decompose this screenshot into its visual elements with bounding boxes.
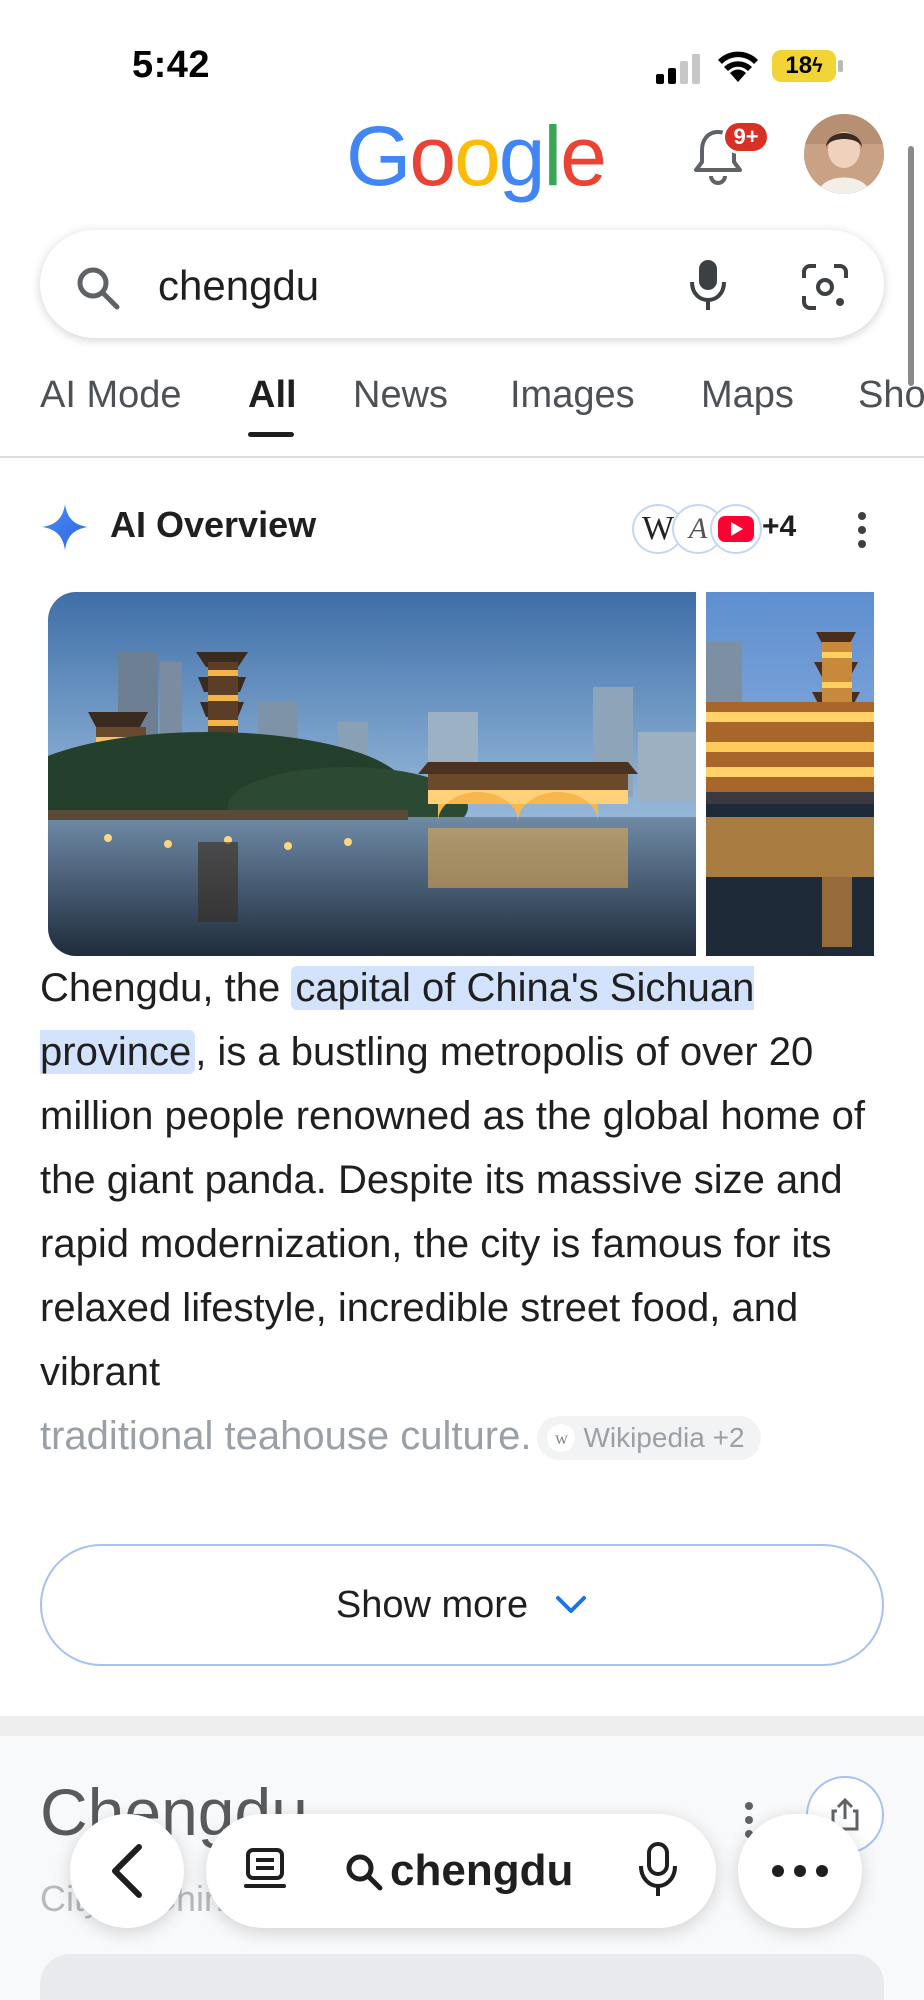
tab-shopping[interactable]: Sho: [858, 374, 924, 417]
battery-cap: [838, 60, 843, 72]
more-options-icon[interactable]: [852, 510, 872, 550]
overview-text-faded: traditional teahouse culture.: [40, 1414, 532, 1458]
back-button[interactable]: [70, 1814, 184, 1928]
lens-icon[interactable]: [800, 262, 850, 312]
battery-icon: 18 ϟ: [772, 50, 836, 82]
search-icon[interactable]: [74, 264, 122, 312]
tab-maps[interactable]: Maps: [701, 374, 794, 417]
wifi-icon: [718, 51, 758, 82]
mic-icon[interactable]: [686, 258, 730, 312]
logo-letter: g: [498, 109, 546, 203]
tabs-icon[interactable]: [240, 1846, 290, 1896]
wikipedia-icon: w: [547, 1424, 576, 1453]
source-wikipedia-letter: W: [641, 510, 675, 547]
more-horizontal-icon: [772, 1865, 828, 1877]
status-time: 5:42: [132, 44, 211, 86]
chevron-left-icon: [112, 1844, 142, 1898]
bottom-search-query[interactable]: chengdu: [390, 1846, 573, 1896]
chengdu-night-river-image[interactable]: [48, 592, 696, 956]
show-more-label: Show more: [335, 1583, 529, 1626]
status-bar: 5:42 18 ϟ: [0, 0, 924, 110]
knowledge-panel-card: [40, 1954, 884, 2000]
logo-letter: o: [454, 109, 501, 203]
logo-letter: l: [543, 109, 563, 203]
ai-sparkle-icon: [42, 504, 88, 550]
youtube-logo: [718, 516, 754, 542]
battery-level: 18: [785, 52, 813, 79]
charging-bolt-icon: ϟ: [812, 54, 823, 77]
logo-letter: e: [560, 109, 607, 203]
search-input[interactable]: chengdu: [158, 262, 319, 310]
citation-label: Wikipedia +2: [583, 1422, 745, 1454]
overview-text-intro: Chengdu, the: [40, 966, 292, 1010]
bottom-mic-icon[interactable]: [636, 1842, 680, 1898]
overview-text-body: , is a bustling metropolis of over 20 mi…: [40, 1030, 865, 1394]
notification-badge: 9+: [722, 120, 770, 154]
source-youtube-icon[interactable]: [710, 504, 762, 554]
anshun-bridge-photo: [48, 592, 696, 956]
tab-all[interactable]: All: [248, 374, 297, 417]
tab-ai-mode[interactable]: AI Mode: [40, 374, 182, 417]
search-tabs: AI Mode All News Images Maps Sho: [0, 374, 924, 454]
active-tab-indicator: [248, 432, 294, 437]
logo-letter: o: [409, 109, 456, 203]
bottom-search-icon[interactable]: [344, 1852, 384, 1892]
tabs-divider: [0, 456, 924, 458]
chevron-down-icon: [556, 1596, 587, 1613]
tab-images[interactable]: Images: [510, 374, 635, 417]
sources-more-count[interactable]: +4: [762, 510, 796, 544]
citation-chip[interactable]: w Wikipedia +2: [537, 1416, 761, 1461]
signal-icon: [656, 54, 700, 84]
pagoda-reflection-photo: [706, 592, 874, 956]
tab-news[interactable]: News: [353, 374, 448, 417]
show-more-button[interactable]: Show more: [40, 1544, 884, 1666]
more-menu-button[interactable]: [738, 1814, 862, 1928]
ai-overview-text: Chengdu, the capital of China's Sichuan …: [40, 956, 890, 1468]
scrollbar[interactable]: [908, 146, 914, 386]
ai-overview-title: AI Overview: [110, 504, 317, 545]
section-divider: [0, 1716, 924, 1736]
chengdu-pagoda-image[interactable]: [706, 592, 874, 956]
account-avatar[interactable]: [804, 114, 884, 194]
logo-letter: G: [346, 109, 411, 203]
source-site-letter: A: [688, 512, 708, 545]
google-logo[interactable]: Google: [346, 108, 607, 205]
avatar-photo: [804, 114, 884, 194]
